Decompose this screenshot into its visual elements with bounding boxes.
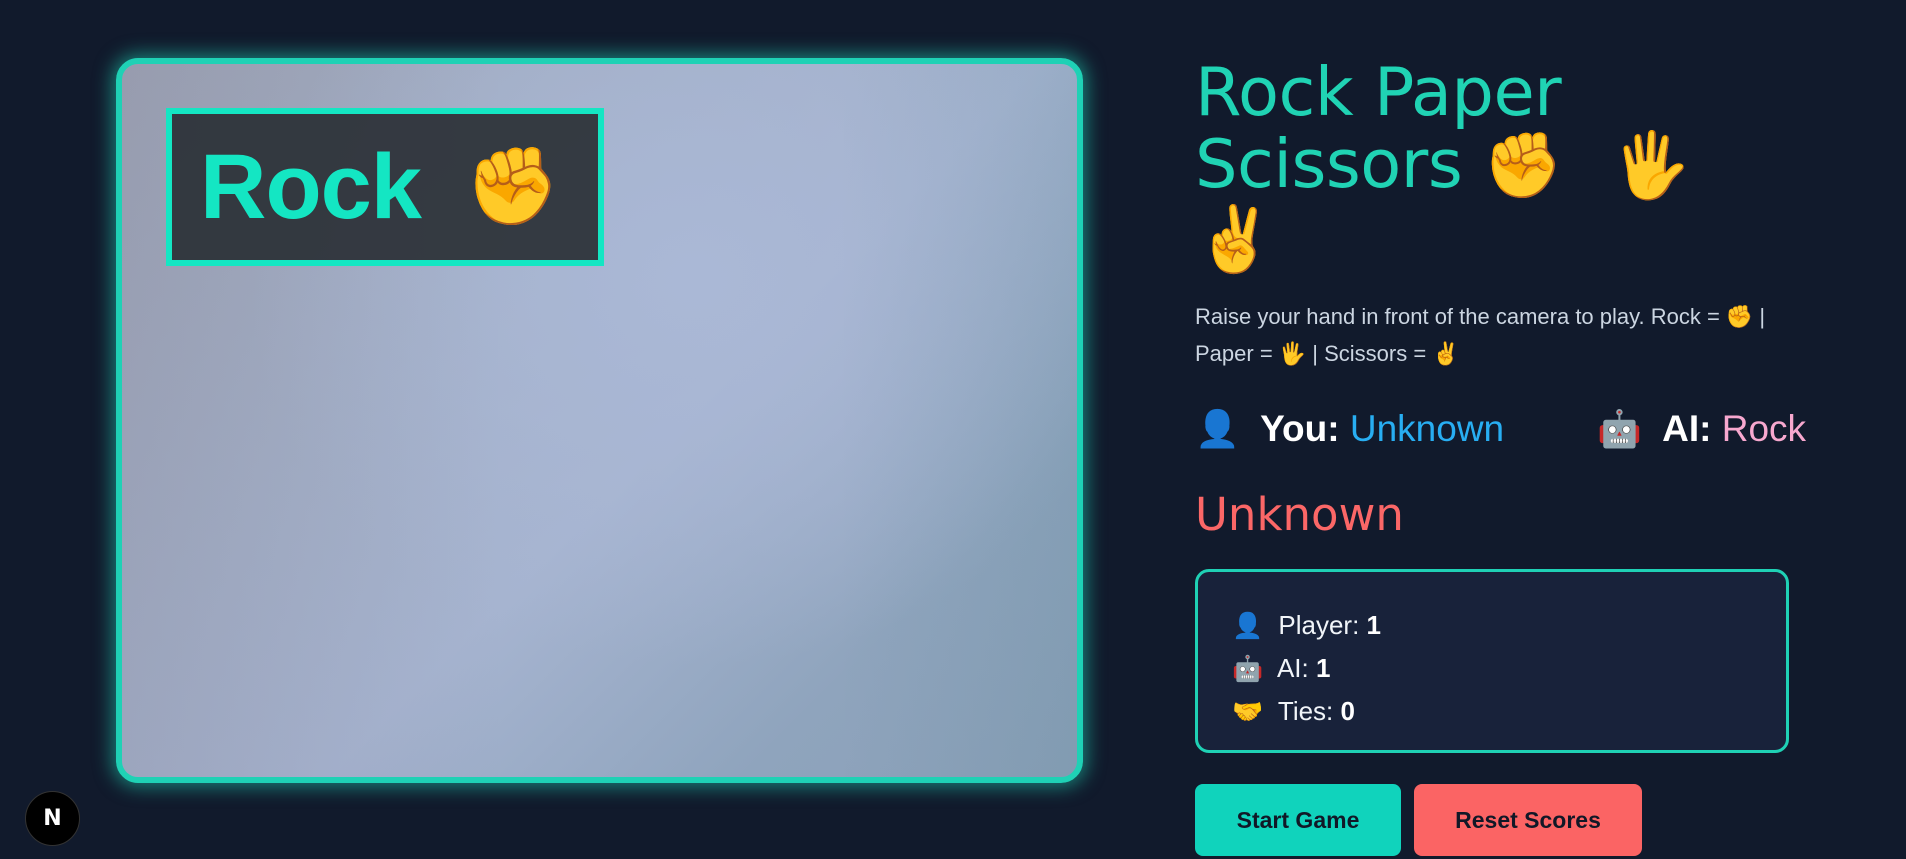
score-row-ties: 🤝 Ties: 0	[1232, 690, 1786, 733]
score-ai-label: AI:	[1276, 653, 1309, 683]
user-icon: 👤	[1195, 408, 1240, 449]
page-title: Rock Paper Scissors ✊ 🖐 ✌️	[1195, 56, 1795, 276]
action-buttons: Start Game Reset Scores	[1195, 784, 1795, 856]
nextjs-dev-badge[interactable]: N	[25, 791, 80, 846]
game-panel: Rock Paper Scissors ✊ 🖐 ✌️ Raise your ha…	[1195, 56, 1806, 856]
player-move-value: Unknown	[1349, 408, 1505, 449]
player-move: 👤 You: Unknown	[1195, 408, 1504, 450]
title-line-1: Rock Paper	[1195, 53, 1562, 131]
ai-move: 🤖 AI: Rock	[1597, 408, 1806, 450]
ai-move-label: AI:	[1662, 408, 1712, 449]
score-player-value: 1	[1366, 610, 1381, 640]
robot-icon: 🤖	[1597, 408, 1642, 449]
moves-row: 👤 You: Unknown 🤖 AI: Rock	[1195, 408, 1806, 458]
user-icon: 👤	[1232, 612, 1264, 640]
handshake-icon: 🤝	[1232, 698, 1264, 726]
score-player-label: Player:	[1278, 610, 1360, 640]
fist-icon: ✊	[464, 144, 560, 229]
round-result: Unknown	[1195, 488, 1404, 541]
detection-overlay: Rock ✊	[166, 108, 604, 266]
nextjs-logo-icon: N	[43, 806, 62, 831]
detected-gesture-label: Rock	[200, 135, 422, 238]
score-row-ai: 🤖 AI: 1	[1232, 647, 1786, 690]
webcam-feed: Rock ✊	[116, 58, 1083, 783]
ai-move-value: Rock	[1721, 408, 1807, 449]
score-row-player: 👤 Player: 1	[1232, 604, 1786, 647]
instructions-text: Raise your hand in front of the camera t…	[1195, 304, 1766, 366]
scoreboard: 👤 Player: 1 🤖 AI: 1 🤝 Ties: 0	[1195, 569, 1789, 753]
player-move-label: You:	[1260, 408, 1340, 449]
reset-scores-button[interactable]: Reset Scores	[1414, 784, 1642, 856]
score-ties-value: 0	[1340, 696, 1355, 726]
start-game-button[interactable]: Start Game	[1195, 784, 1401, 856]
app-page: Rock ✊ Rock Paper Scissors ✊ 🖐 ✌️ Raise …	[0, 0, 1906, 859]
score-ai-value: 1	[1315, 653, 1331, 683]
robot-icon: 🤖	[1232, 655, 1264, 683]
score-ties-label: Ties:	[1277, 696, 1334, 726]
title-line-2: Scissors	[1195, 125, 1463, 203]
